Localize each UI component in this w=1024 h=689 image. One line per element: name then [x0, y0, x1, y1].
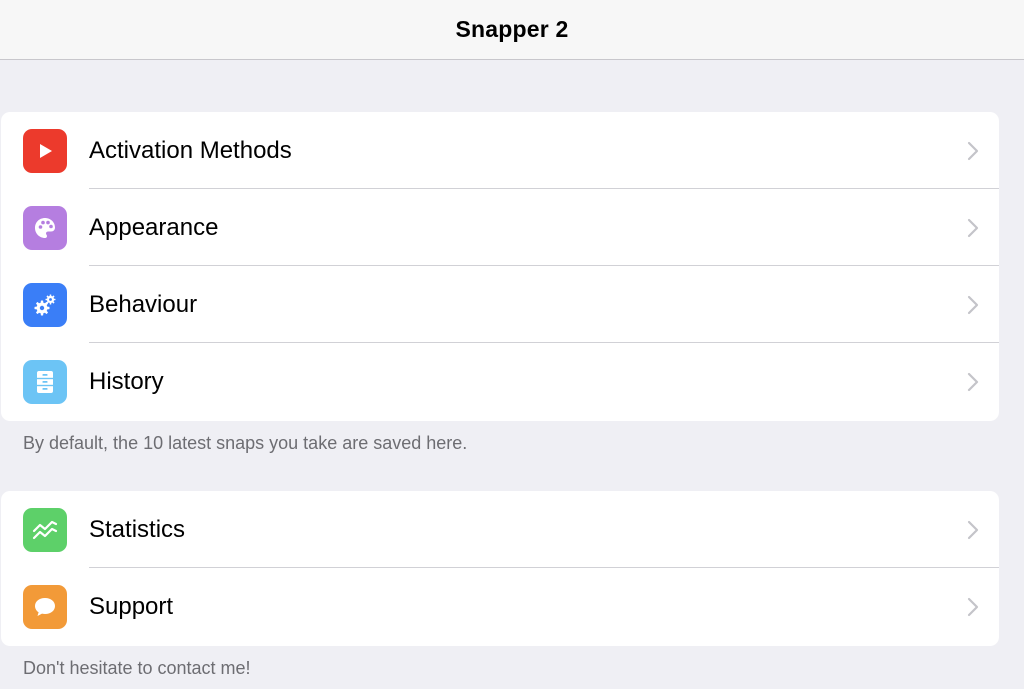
row-appearance[interactable]: Appearance — [1, 189, 999, 266]
chevron-right-icon — [967, 218, 979, 237]
row-label-statistics: Statistics — [89, 515, 186, 543]
section-footer-history-note: By default, the 10 latest snaps you take… — [23, 433, 468, 453]
navigation-bar: Snapper 2 — [0, 0, 1024, 60]
play-icon — [23, 128, 67, 173]
row-label-support: Support — [89, 593, 174, 620]
drawer-icon — [23, 360, 67, 404]
speech-bubble-icon — [23, 585, 67, 629]
page-title: Snapper 2 — [455, 16, 569, 42]
chevron-right-icon — [967, 372, 979, 392]
row-label-behaviour: Behaviour — [89, 290, 198, 318]
row-statistics[interactable]: Statistics — [1, 491, 999, 568]
palette-icon — [23, 205, 67, 250]
section-footer-support-note: Don't hesitate to contact me! — [23, 658, 251, 678]
gears-icon — [23, 282, 67, 327]
chevron-right-icon — [967, 295, 979, 314]
settings-group-info: Statistics Support — [1, 491, 999, 646]
row-label-activation-methods: Activation Methods — [89, 136, 292, 164]
row-label-appearance: Appearance — [89, 213, 219, 241]
chevron-right-icon — [967, 520, 979, 539]
settings-group-main: Activation Methods Appearance Behaviour … — [1, 112, 999, 421]
row-behaviour[interactable]: Behaviour — [1, 266, 999, 343]
chart-icon — [23, 507, 67, 552]
row-history[interactable]: History — [1, 343, 999, 421]
row-support[interactable]: Support — [1, 568, 999, 646]
chevron-right-icon — [967, 597, 979, 617]
row-label-history: History — [89, 368, 164, 395]
chevron-right-icon — [967, 141, 979, 160]
row-activation-methods[interactable]: Activation Methods — [1, 112, 999, 189]
